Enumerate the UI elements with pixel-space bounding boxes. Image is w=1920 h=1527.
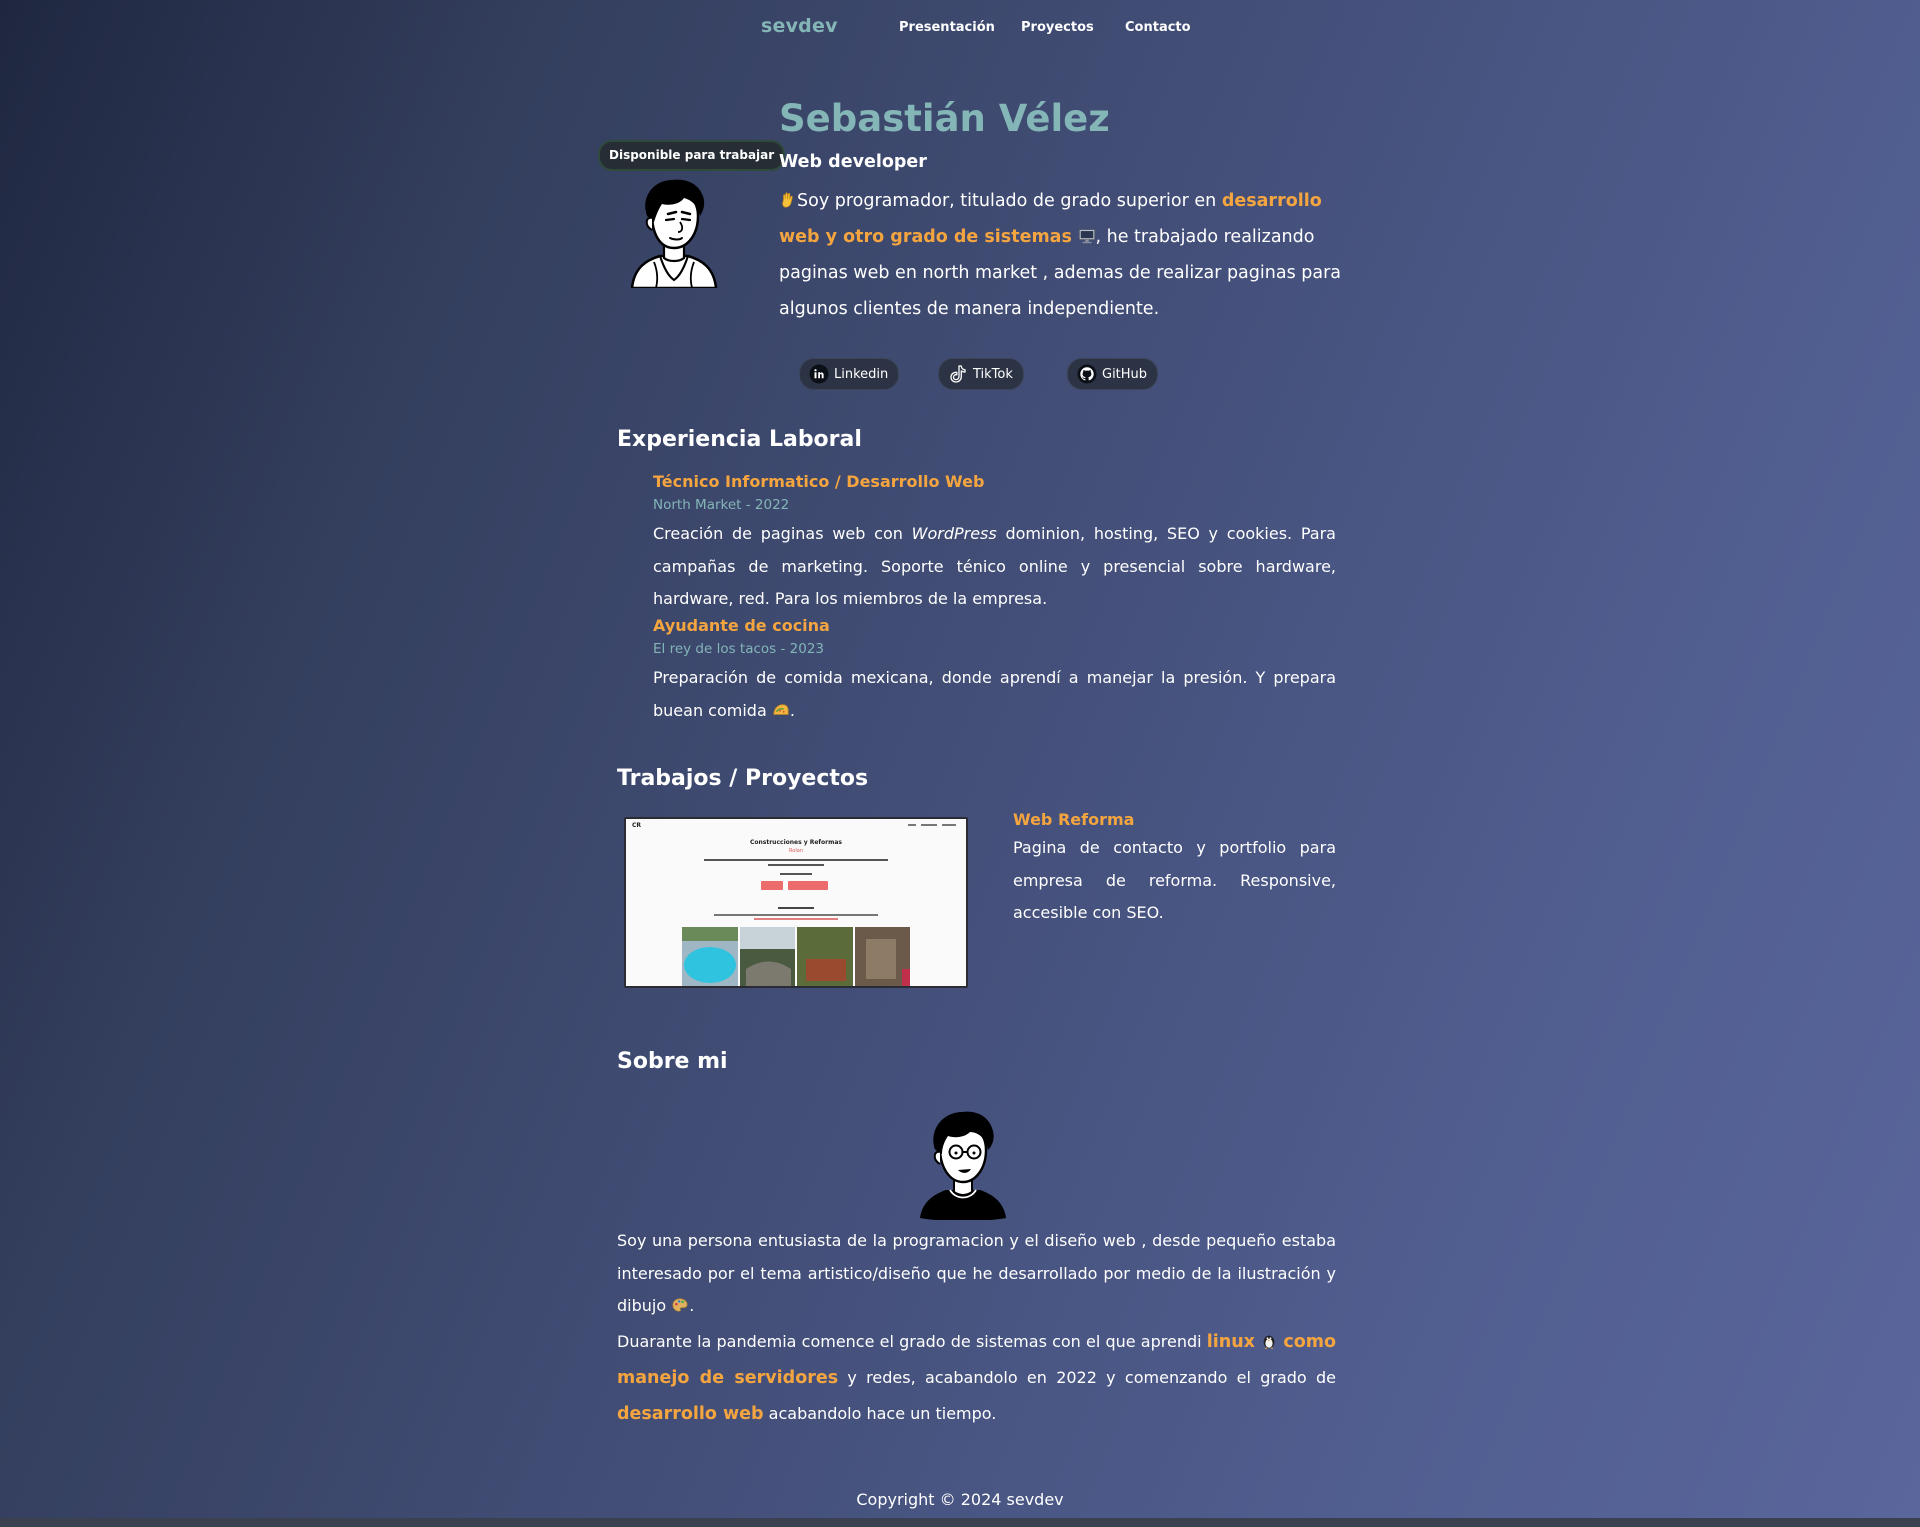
screenshot-title: Construcciones y Reformas (750, 839, 842, 846)
job-description-text: Creación de paginas web con (653, 524, 912, 543)
screenshot-logo: CR (632, 822, 641, 829)
about-paragraph: Soy una persona entusiasta de la program… (617, 1225, 1336, 1323)
hero-role: Web developer (779, 152, 927, 172)
project-description: Pagina de contacto y portfolio para empr… (1013, 838, 1336, 922)
computer-icon (1078, 229, 1095, 244)
about-paragraph-text: Soy una persona entusiasta de la program… (617, 1231, 1336, 1315)
job-description: Preparación de comida mexicana, donde ap… (653, 662, 1336, 727)
footer-copyright: Copyright © 2024 sevdev (856, 1490, 1064, 1509)
avatar-glasses-illustration (920, 1111, 1006, 1220)
nav-link-contacto[interactable]: Contacto (1125, 20, 1191, 35)
linkedin-icon (809, 364, 829, 384)
penguin-icon (1263, 1335, 1275, 1350)
brand-logo[interactable]: sevdev (761, 15, 838, 37)
about-paragraph-2: Duarante la pandemia comence el grado de… (617, 1324, 1336, 1432)
job-description-emphasis: WordPress (911, 524, 997, 543)
waving-hand-icon (782, 192, 793, 208)
job-description-text: Preparación de comida mexicana, donde ap… (653, 668, 1336, 720)
job-meta: El rey de los tacos - 2023 (653, 641, 825, 657)
job-meta: North Market - 2022 (653, 497, 790, 513)
availability-badge: Disponible para trabajar (598, 140, 786, 171)
about-paragraph-2-text: Duarante la pandemia comence el grado de… (617, 1332, 1207, 1351)
bottom-bar (0, 1518, 1920, 1527)
job-title: Ayudante de cocina (653, 616, 830, 635)
hero-name: Sebastián Vélez (779, 97, 1110, 140)
about-paragraph-2-text-3: acabandolo hace un tiempo. (763, 1404, 997, 1423)
avatar-illustration (630, 179, 718, 288)
job-title: Técnico Informatico / Desarrollo Web (653, 472, 985, 491)
nav-link-proyectos[interactable]: Proyectos (1021, 20, 1094, 35)
project-name[interactable]: Web Reforma (1013, 808, 1336, 832)
hero-bio-text: Soy programador, titulado de grado super… (797, 191, 1222, 211)
linkedin-button[interactable]: Linkedin (799, 358, 900, 390)
job-item: Ayudante de cocina El rey de los tacos -… (653, 615, 1336, 727)
job-item: Técnico Informatico / Desarrollo Web Nor… (653, 471, 1336, 616)
hero-bio: Soy programador, titulado de grado super… (779, 183, 1359, 327)
project-screenshot-image: CR Construcciones y Reformas Rolan (626, 819, 966, 986)
projects-heading: Trabajos / Proyectos (617, 766, 869, 791)
top-nav: sevdev Presentación Proyectos Contacto (0, 0, 1920, 56)
about-highlight-webdev: desarrollo web (617, 1404, 764, 1424)
github-label: GitHub (1102, 366, 1148, 382)
tiktok-button[interactable]: TikTok (938, 358, 1024, 390)
job-description: Creación de paginas web con WordPress do… (653, 518, 1336, 616)
about-paragraph-2-text-2: y redes, acabandolo en 2022 y comenzando… (838, 1368, 1336, 1387)
github-button[interactable]: GitHub (1067, 358, 1159, 390)
github-icon (1077, 364, 1097, 384)
taco-icon (773, 703, 789, 715)
tiktok-label: TikTok (973, 366, 1013, 382)
nav-link-presentacion[interactable]: Presentación (899, 20, 995, 35)
palette-icon (672, 1298, 688, 1312)
about-heading: Sobre mi (617, 1049, 728, 1074)
linkedin-label: Linkedin (834, 366, 889, 382)
about-highlight-linux: linux (1206, 1332, 1255, 1352)
job-description-end: . (789, 700, 795, 720)
experience-heading: Experiencia Laboral (617, 427, 862, 452)
project-item: Web Reforma Pagina de contacto y portfol… (1013, 808, 1336, 930)
screenshot-subtitle: Rolan (789, 848, 803, 854)
project-screenshot[interactable]: CR Construcciones y Reformas Rolan (624, 817, 968, 988)
social-links: Linkedin TikTok GitHub (0, 358, 1920, 390)
tiktok-icon (950, 365, 966, 383)
about-paragraph-end: . (689, 1296, 695, 1315)
